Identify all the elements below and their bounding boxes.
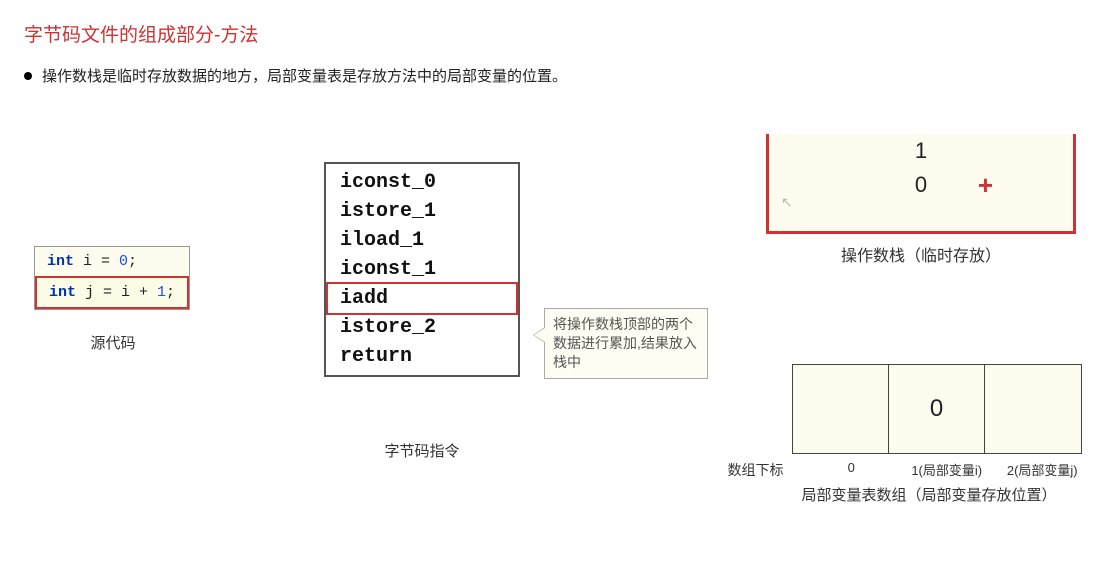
cursor-icon: ↖ [781,194,793,211]
lvt-index-row: 数组下标 0 1(局部变量i) 2(局部变量j) [674,460,1090,480]
source-code-box: int i = 0; int j = i + 1; [34,246,190,310]
diagram-area: int i = 0; int j = i + 1; 源代码 iconst_0 i… [24,134,1072,554]
lvt-index-label: 数组下标 [674,460,803,480]
stack-item: 1 [769,134,1073,168]
operand-stack-box: 1 0 + ↖ [766,134,1076,234]
source-caption: 源代码 [34,314,192,353]
bullet-icon [24,72,32,80]
keyword-int: int [49,284,76,301]
bytecode-caption: 字节码指令 [324,426,520,461]
lvt-cell: 0 [889,365,985,453]
description-text: 操作数栈是临时存放数据的地方，局部变量表是存放方法中的局部变量的位置。 [42,65,567,86]
lvt-caption: 局部变量表数组（局部变量存放位置） [764,484,1094,505]
bytecode-line: iconst_1 [328,255,516,284]
description-bullet: 操作数栈是临时存放数据的地方，局部变量表是存放方法中的局部变量的位置。 [24,65,1072,86]
bytecode-line: istore_2 [328,313,516,342]
keyword-int: int [47,253,74,270]
bytecode-line: return [328,342,516,371]
lvt-cell [985,365,1081,453]
stack-item: 0 [769,168,1073,202]
operand-stack-caption: 操作数栈（临时存放） [766,242,1076,266]
bytecode-line: istore_1 [328,197,516,226]
lvt-index: 2(局部变量j) [994,460,1090,479]
plus-icon: + [978,170,993,201]
bytecode-line: iload_1 [328,226,516,255]
source-line-2-highlighted: int j = i + 1; [35,276,189,309]
lvt-index: 0 [803,460,899,475]
tooltip-callout: 将操作数栈顶部的两个数据进行累加,结果放入栈中 [544,308,708,379]
page-title: 字节码文件的组成部分-方法 [24,20,1072,47]
bytecode-line: iconst_0 [328,168,516,197]
local-var-table: 0 [792,364,1082,454]
lvt-index: 1(局部变量i) [899,460,995,479]
lvt-cell [793,365,889,453]
bytecode-line-highlighted: iadd [326,282,518,315]
bytecode-box: iconst_0 istore_1 iload_1 iconst_1 iadd … [324,162,520,377]
source-line-1: int i = 0; [35,247,189,276]
